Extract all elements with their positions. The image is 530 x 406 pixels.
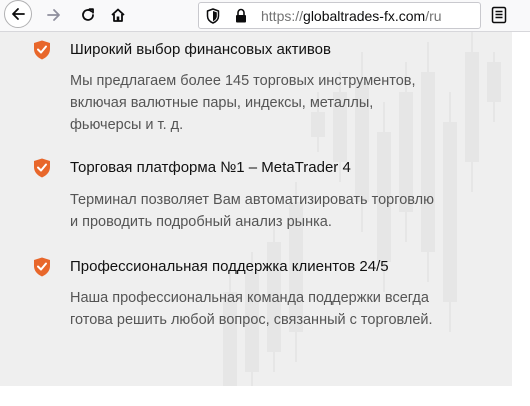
forward-button[interactable] — [38, 1, 70, 29]
arrow-left-icon — [12, 8, 25, 20]
url-text[interactable]: https://globaltrades-fx.com/ru — [261, 8, 442, 24]
reload-icon — [82, 8, 94, 21]
feature-description-line: и проводить подробный анализ рынка. — [70, 214, 332, 230]
url-host: globaltrades-fx.com — [303, 8, 426, 24]
back-button[interactable] — [4, 0, 32, 28]
feature-title: Торговая платформа №1 – MetaTrader 4 — [70, 159, 351, 176]
feature-description-line: Мы предлагаем более 145 торговых инструм… — [70, 73, 416, 89]
lock-icon[interactable] — [235, 8, 247, 23]
feature-title: Профессиональная поддержка клиентов 24/5 — [70, 258, 389, 275]
browser-toolbar: https://globaltrades-fx.com/ru — [0, 0, 530, 31]
home-button[interactable] — [102, 1, 134, 29]
feature-description-line: фьючерсы и т. д. — [70, 117, 184, 133]
feature-description: Наша профессиональная команда поддержки … — [70, 287, 500, 331]
page-content: Широкий выбор финансовых активов Мы пред… — [0, 32, 512, 386]
feature-description: Мы предлагаем более 145 торговых инструм… — [70, 70, 500, 136]
shield-check-icon — [34, 158, 50, 178]
reload-button[interactable] — [72, 1, 104, 29]
feature-description-line: Терминал позволяет Вам автоматизировать … — [70, 192, 434, 208]
url-bar[interactable]: https://globaltrades-fx.com/ru — [198, 2, 481, 29]
home-icon — [111, 8, 125, 22]
feature-description-line: готова решить любой вопрос, связанный с … — [70, 312, 433, 328]
arrow-right-icon — [47, 9, 60, 21]
reader-view-icon[interactable] — [491, 6, 507, 24]
feature-description-line: Наша профессиональная команда поддержки … — [70, 290, 429, 306]
site-info-icon[interactable] — [206, 8, 220, 24]
feature-title: Широкий выбор финансовых активов — [70, 41, 331, 58]
url-path: /ru — [425, 8, 442, 24]
shield-check-icon — [34, 40, 50, 60]
url-scheme: https:// — [261, 8, 304, 24]
shield-check-icon — [34, 257, 50, 277]
feature-description: Терминал позволяет Вам автоматизировать … — [70, 189, 500, 233]
feature-description-line: включая валютные пары, индексы, металлы, — [70, 95, 374, 111]
page-bottom — [0, 386, 530, 406]
